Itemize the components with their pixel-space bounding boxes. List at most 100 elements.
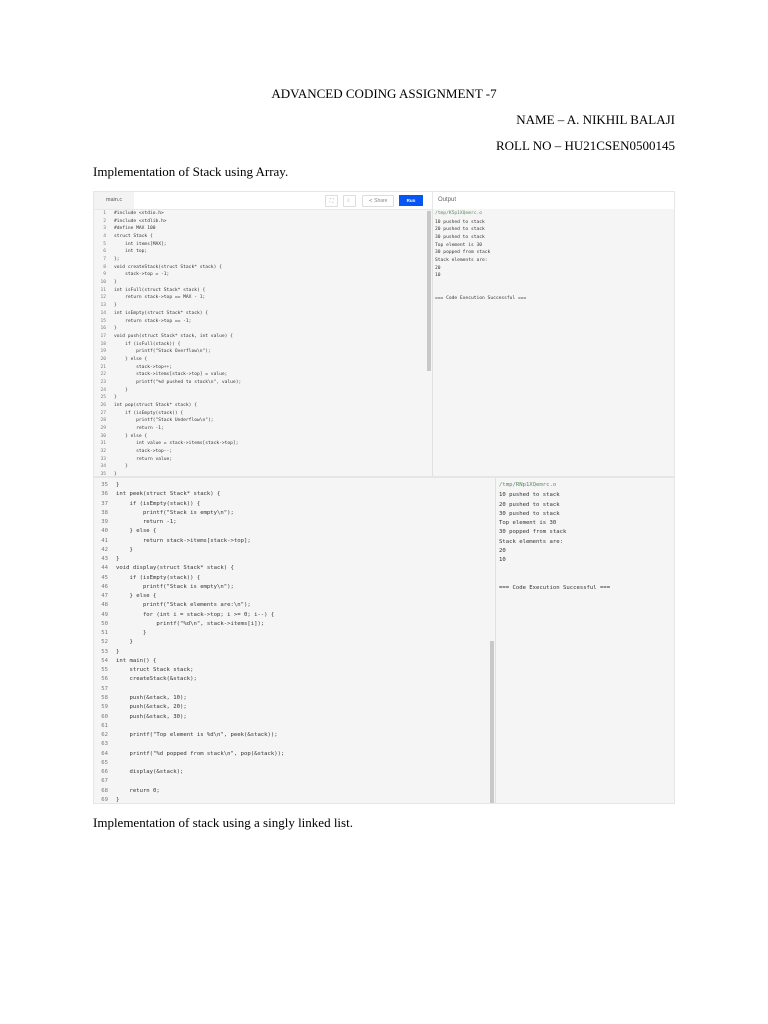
code-text: void createStack(struct Stack* stack) { bbox=[114, 264, 222, 270]
code-line: 66 display(&stack); bbox=[101, 768, 184, 777]
divider bbox=[432, 192, 433, 209]
code-line: 20 } else { bbox=[100, 356, 148, 364]
line-number: 40 bbox=[101, 528, 108, 535]
code-line: 10} bbox=[100, 279, 116, 287]
code-line: 18 if (isFull(stack)) { bbox=[100, 341, 181, 349]
screenshot-editor-1: main.c ⛶ ☾ ≺ Share Run Output 1 #include … bbox=[93, 191, 675, 477]
line-number: 43 bbox=[101, 556, 108, 563]
output-line: 30 pushed to stack bbox=[435, 235, 485, 241]
line-number: 59 bbox=[101, 704, 108, 711]
code-line: 44 void display(struct Stack* stack) { bbox=[101, 564, 234, 573]
code-text: int isFull(struct Stack* stack) { bbox=[114, 287, 206, 293]
line-number: 58 bbox=[101, 694, 108, 701]
student-name: NAME – A. NIKHIL BALAJI bbox=[516, 112, 675, 127]
code-line: 51 } bbox=[101, 629, 147, 638]
line-number: 16 bbox=[100, 326, 106, 332]
code-line: 15 return stack->top == -1; bbox=[100, 318, 191, 326]
document-title: ADVANCED CODING ASSIGNMENT -7 bbox=[271, 86, 497, 101]
line-number: 39 bbox=[101, 519, 108, 526]
output-line: 20 bbox=[435, 265, 441, 271]
code-text: int top; bbox=[114, 249, 148, 255]
output-line: === Code Execution Successful === bbox=[499, 584, 611, 591]
line-number: 24 bbox=[100, 387, 106, 393]
editor-scrollbar[interactable] bbox=[490, 641, 494, 803]
output-line: === Code Execution Successful === bbox=[435, 296, 527, 302]
code-line: 49 for (int i = stack->top; i >= 0; i--)… bbox=[101, 611, 274, 620]
code-editor[interactable]: 35} 36 int peek(struct Stack* stack) {37 i… bbox=[94, 478, 490, 803]
code-line: 31 int value = stack->items[stack->top]; bbox=[100, 440, 239, 448]
code-text: if (isFull(stack)) { bbox=[114, 341, 181, 347]
code-line: 12 return stack->top == MAX - 1; bbox=[100, 294, 205, 302]
line-number: 32 bbox=[100, 449, 106, 455]
code-text: } else { bbox=[114, 356, 148, 362]
file-tab[interactable]: main.c bbox=[94, 192, 134, 209]
code-line: 4 struct Stack { bbox=[103, 233, 153, 241]
code-text: } else { bbox=[116, 593, 157, 600]
code-text: } bbox=[114, 395, 117, 401]
code-line: 11 int isFull(struct Stack* stack) { bbox=[100, 287, 206, 295]
code-text: } bbox=[114, 387, 128, 393]
fullscreen-icon[interactable]: ⛶ bbox=[325, 195, 338, 207]
code-line: 53} bbox=[101, 648, 120, 657]
code-text: } bbox=[116, 639, 133, 646]
code-line: 41 return stack->items[stack->top]; bbox=[101, 537, 250, 546]
line-number: 22 bbox=[100, 372, 106, 378]
code-text: int pop(struct Stack* stack) { bbox=[114, 403, 197, 408]
line-number: 41 bbox=[101, 537, 108, 544]
line-number: 35 bbox=[101, 482, 108, 488]
line-number: 36 bbox=[101, 491, 108, 498]
code-line: 25} bbox=[100, 394, 117, 402]
code-line: 33 return value; bbox=[100, 456, 172, 464]
code-text: printf("Stack Overflow\n"); bbox=[114, 349, 211, 355]
output-line: 10 bbox=[499, 557, 506, 564]
code-line: 19 printf("Stack Overflow\n"); bbox=[100, 348, 211, 356]
code-text: #include <stdio.h> bbox=[114, 211, 164, 216]
theme-icon[interactable]: ☾ bbox=[343, 195, 356, 207]
code-line: 26 int pop(struct Stack* stack) { bbox=[100, 402, 197, 410]
line-number: 42 bbox=[101, 546, 108, 553]
code-text: int value = stack->items[stack->top]; bbox=[114, 441, 239, 447]
code-text: if (isEmpty(stack)) { bbox=[116, 500, 201, 507]
line-number: 52 bbox=[101, 639, 108, 646]
code-line: 13} bbox=[100, 302, 116, 310]
code-text: } bbox=[116, 648, 120, 655]
code-text: void push(struct Stack* stack, int value… bbox=[114, 333, 233, 339]
code-line: 6 int top; bbox=[103, 248, 148, 256]
line-number: 6 bbox=[103, 249, 106, 255]
run-button[interactable]: Run bbox=[399, 195, 423, 206]
output-line: 30 popped from stack bbox=[435, 250, 491, 256]
code-line: 23 printf("%d pushed to stack\n", value)… bbox=[100, 379, 241, 387]
line-number: 13 bbox=[100, 303, 106, 309]
line-number: 49 bbox=[101, 611, 108, 618]
code-text: display(&stack); bbox=[116, 769, 184, 776]
line-number: 66 bbox=[101, 769, 108, 776]
code-text: int peek(struct Stack* stack) { bbox=[116, 491, 221, 498]
line-number: 28 bbox=[100, 418, 106, 424]
code-line: 35} bbox=[101, 481, 119, 490]
code-text: int items[MAX]; bbox=[114, 241, 167, 247]
line-number: 31 bbox=[100, 441, 106, 447]
code-text: void display(struct Stack* stack) { bbox=[116, 565, 234, 572]
code-text: int isEmpty(struct Stack* stack) { bbox=[114, 310, 209, 316]
code-editor[interactable]: 1 #include <stdio.h> 2 #include <stdlib.h> 3… bbox=[94, 209, 427, 476]
code-text: int main() { bbox=[116, 657, 157, 664]
code-line: 58 push(&stack, 10); bbox=[101, 694, 186, 703]
code-text: } else { bbox=[116, 528, 157, 535]
line-number: 48 bbox=[101, 602, 108, 609]
code-line: 62 printf("Top element is %d\n", peek(&s… bbox=[101, 731, 277, 740]
output-line: 20 pushed to stack bbox=[435, 227, 485, 233]
code-line: 48 printf("Stack elements are:\n"); bbox=[101, 601, 250, 610]
line-number: 11 bbox=[100, 287, 106, 293]
code-text: } bbox=[116, 630, 147, 637]
share-button[interactable]: ≺ Share bbox=[362, 195, 394, 207]
editor-scrollbar[interactable] bbox=[427, 211, 431, 371]
screenshot-editor-2: 35} 36 int peek(struct Stack* stack) {37 i… bbox=[93, 477, 675, 804]
line-number: 2 bbox=[103, 218, 106, 224]
code-text: } bbox=[114, 464, 128, 470]
line-number: 45 bbox=[101, 574, 108, 581]
line-number: 63 bbox=[101, 741, 108, 748]
line-number: 33 bbox=[100, 456, 106, 462]
code-line: 32 stack->top--; bbox=[100, 448, 172, 456]
code-text: }; bbox=[114, 257, 120, 263]
code-text: createStack(&stack); bbox=[116, 676, 197, 683]
